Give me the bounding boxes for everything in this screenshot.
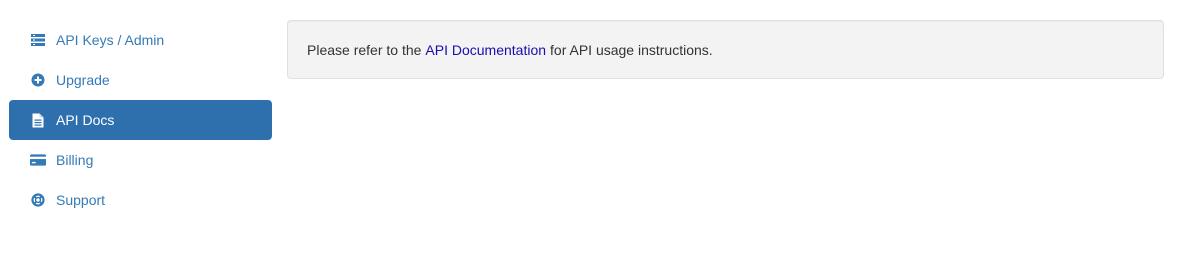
sidebar-nav: API Keys / Admin Upgrade API Docs Billin… bbox=[9, 20, 272, 220]
notice-suffix-text: for API usage instructions. bbox=[550, 41, 713, 58]
notice-prefix-text: Please refer to the bbox=[307, 41, 422, 58]
list-icon bbox=[30, 32, 46, 48]
sidebar-item-upgrade[interactable]: Upgrade bbox=[9, 60, 272, 100]
plus-circle-icon bbox=[30, 72, 46, 88]
api-documentation-link[interactable]: API Documentation bbox=[425, 42, 546, 58]
page: API Keys / Admin Upgrade API Docs Billin… bbox=[0, 0, 1201, 256]
credit-card-icon bbox=[30, 152, 46, 168]
lifebuoy-icon bbox=[30, 192, 46, 208]
sidebar-item-label: API Docs bbox=[56, 112, 115, 128]
api-docs-notice: Please refer to the API Documentation fo… bbox=[287, 20, 1164, 79]
document-icon bbox=[30, 112, 46, 128]
sidebar-item-api-keys-admin[interactable]: API Keys / Admin bbox=[9, 20, 272, 60]
sidebar-item-label: Support bbox=[56, 192, 106, 208]
sidebar-item-label: Billing bbox=[56, 152, 94, 168]
sidebar-item-support[interactable]: Support bbox=[9, 180, 272, 220]
sidebar-item-billing[interactable]: Billing bbox=[9, 140, 272, 180]
sidebar-item-label: API Keys / Admin bbox=[56, 32, 165, 48]
sidebar-item-label: Upgrade bbox=[56, 72, 110, 88]
sidebar-item-api-docs[interactable]: API Docs bbox=[9, 100, 272, 140]
